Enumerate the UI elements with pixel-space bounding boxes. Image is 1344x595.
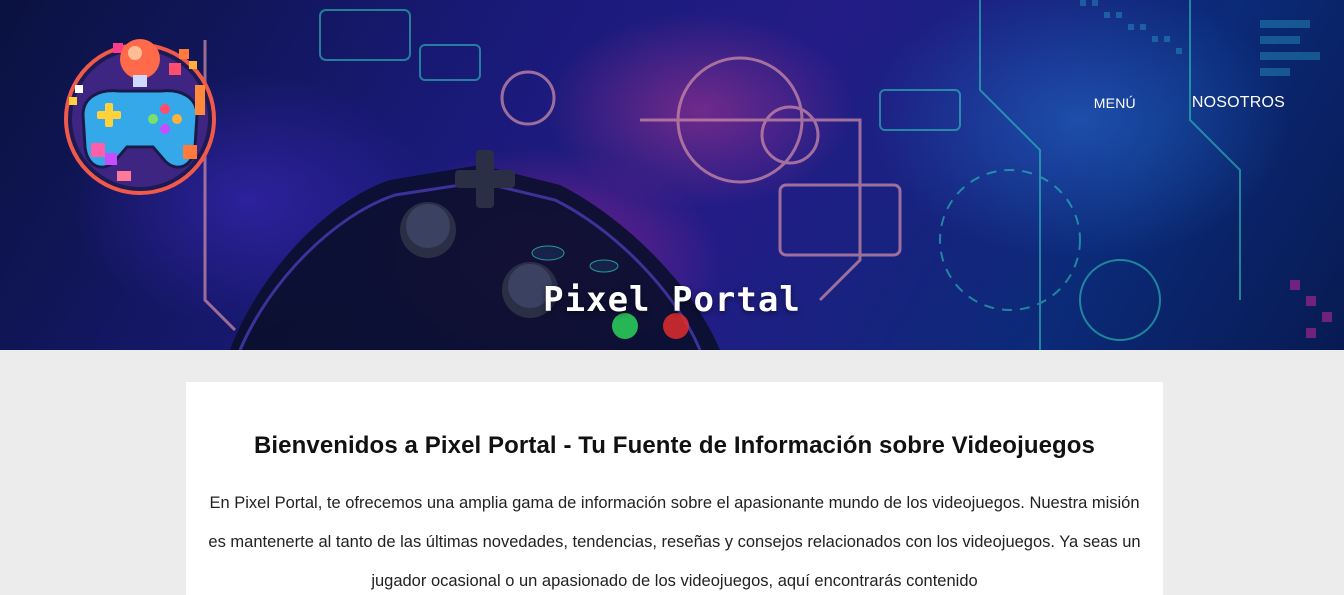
pixel-portal-gamepad-logo[interactable]: [61, 35, 219, 195]
welcome-heading: Bienvenidos a Pixel Portal - Tu Fuente d…: [253, 432, 1096, 459]
hero-title: Pixel Portal: [543, 280, 801, 320]
intro-paragraph: En Pixel Portal, te ofrecemos una amplia…: [208, 494, 1141, 590]
main-nav: MENÚ NOSOTROS: [1094, 94, 1285, 112]
nav-link-about[interactable]: NOSOTROS: [1192, 94, 1285, 112]
welcome-card: Bienvenidos a Pixel Portal - Tu Fuente d…: [186, 382, 1163, 595]
hero-banner: MENÚ NOSOTROS Pixel Portal: [0, 0, 1344, 350]
nav-link-menu[interactable]: MENÚ: [1094, 95, 1136, 111]
